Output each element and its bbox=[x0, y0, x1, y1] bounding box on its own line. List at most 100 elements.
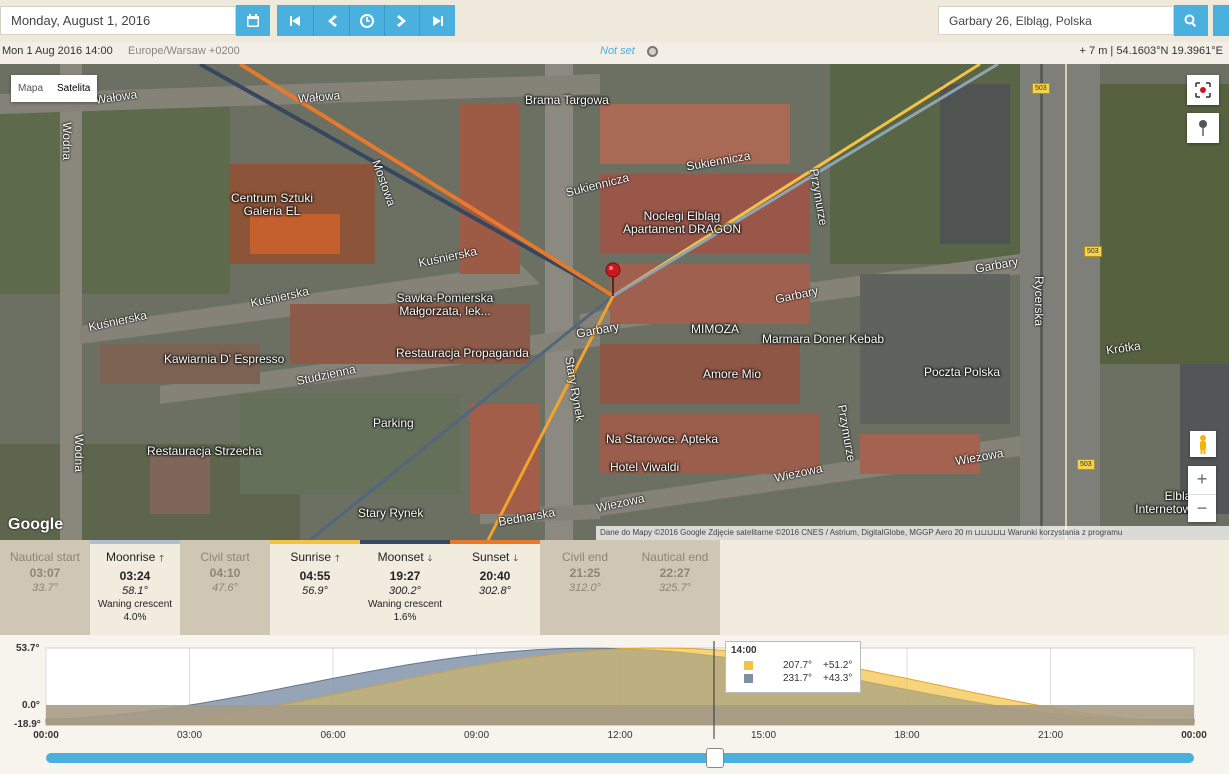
event-time: 03:24 bbox=[119, 569, 151, 583]
event-name: Sunrise bbox=[290, 550, 331, 564]
current-datetime: Mon 1 Aug 2016 14:00 bbox=[2, 45, 113, 57]
place-label: Amore Mio bbox=[703, 367, 762, 381]
event-color-bar bbox=[360, 540, 450, 544]
chevron-left-icon bbox=[327, 14, 337, 27]
toggle-dot-icon[interactable] bbox=[647, 46, 658, 57]
date-input[interactable]: Monday, August 1, 2016 bbox=[0, 6, 236, 35]
place-label: Stary Rynek bbox=[358, 506, 424, 520]
moon-illumination: 4.0% bbox=[123, 612, 147, 623]
time-slider-track[interactable] bbox=[46, 753, 1194, 763]
altitude-graph[interactable]: 53.7° 0.0° -18.9° 00:00 03:00 06:00 09:00 12… bbox=[0, 635, 1229, 774]
arrow-up-icon: 🡑 bbox=[335, 553, 340, 563]
event-azimuth: 47.6° bbox=[212, 582, 238, 594]
event-civil-start[interactable]: Civil start 04:10 47.6° bbox=[180, 540, 270, 635]
top-toolbar: Monday, August 1, 2016 Garbary 26, Elblą… bbox=[0, 0, 1229, 42]
place-label: Noclegi Elbląg Apartament DRAGON bbox=[622, 209, 742, 236]
calendar-button[interactable] bbox=[236, 5, 270, 36]
location-input[interactable]: Garbary 26, Elbląg, Polska bbox=[938, 6, 1174, 35]
x-tick-label: 06:00 bbox=[320, 730, 346, 741]
event-azimuth: 300.2° bbox=[389, 585, 421, 597]
marker-button[interactable] bbox=[1187, 113, 1219, 143]
calendar-icon bbox=[247, 13, 259, 27]
x-tick-label: 00:00 bbox=[1181, 730, 1207, 741]
event-moonrise[interactable]: Moonrise 🡑 03:24 58.1° Waning crescent 4.0% bbox=[90, 540, 180, 635]
event-civil-end[interactable]: Civil end 21:25 312.0° bbox=[540, 540, 630, 635]
y-tick-max: 53.7° bbox=[16, 643, 40, 654]
coordinates-label: + 7 m | 54.1603°N 19.3961°E bbox=[1079, 45, 1223, 57]
place-label: Centrum Sztuki Galeria EL bbox=[230, 191, 314, 218]
zoom-in-button[interactable]: + bbox=[1188, 466, 1216, 494]
place-label: Restauracja Strzecha bbox=[147, 444, 262, 458]
event-azimuth: 33.7° bbox=[32, 582, 58, 594]
arrow-up-icon: 🡑 bbox=[159, 553, 165, 563]
x-tick-label: 12:00 bbox=[607, 730, 633, 741]
map-type-control: Mapa Satelita bbox=[11, 75, 98, 102]
arrow-down-icon: 🡓 bbox=[513, 553, 519, 563]
street-label: Wodna bbox=[71, 434, 86, 472]
search-icon bbox=[1184, 14, 1197, 27]
events-filler bbox=[720, 540, 1229, 635]
event-name: Sunset bbox=[471, 550, 510, 564]
sun-altitude: +51.2° bbox=[823, 660, 853, 671]
tooltip-sun-row: 207.7° +51.2° bbox=[726, 659, 860, 672]
now-button[interactable] bbox=[350, 5, 384, 36]
skip-back-icon bbox=[290, 15, 300, 26]
event-azimuth: 325.7° bbox=[659, 582, 691, 594]
event-name: Nautical end bbox=[641, 550, 709, 564]
x-tick-label: 09:00 bbox=[463, 730, 490, 741]
google-logo: Google bbox=[8, 516, 64, 533]
previous-button[interactable] bbox=[314, 5, 349, 36]
event-sunset[interactable]: Sunset 🡓 20:40 302.8° bbox=[450, 540, 540, 635]
events-row: Nautical start 03:07 33.7° Moonrise 🡑 03:24 58… bbox=[0, 540, 1229, 635]
map-type-map[interactable]: Mapa bbox=[11, 75, 50, 102]
street-view-pegman[interactable] bbox=[1190, 431, 1216, 457]
place-label: Kawiarnia D' Espresso bbox=[164, 352, 285, 366]
event-time: 19:27 bbox=[389, 569, 421, 583]
next-button[interactable] bbox=[385, 5, 419, 36]
moon-illumination: 1.6% bbox=[393, 612, 417, 623]
zoom-out-button[interactable]: − bbox=[1188, 494, 1216, 522]
x-tick-label: 21:00 bbox=[1037, 730, 1064, 741]
pin-icon bbox=[1199, 120, 1207, 136]
moon-swatch-icon bbox=[744, 674, 753, 683]
sun-swatch-icon bbox=[744, 661, 753, 670]
map-attribution[interactable]: Dane do Mapy ©2016 Google Zdjęcie sateli… bbox=[596, 526, 1229, 540]
place-label: Sawka-Pomierska Małgorzata, lek... bbox=[396, 291, 494, 318]
x-tick-label: 00:00 bbox=[33, 730, 59, 741]
time-slider-thumb[interactable] bbox=[706, 748, 725, 768]
event-azimuth: 302.8° bbox=[479, 585, 511, 597]
event-color-bar bbox=[270, 540, 360, 544]
place-label: MIMOZA bbox=[691, 322, 739, 336]
event-time: 04:55 bbox=[299, 569, 331, 583]
event-nautical-start[interactable]: Nautical start 03:07 33.7° bbox=[0, 540, 90, 635]
map-type-satellite[interactable]: Satelita bbox=[50, 75, 97, 102]
last-button[interactable] bbox=[420, 5, 455, 36]
chevron-right-icon bbox=[397, 14, 406, 27]
event-nautical-end[interactable]: Nautical end 22:27 325.7° bbox=[630, 540, 720, 635]
street-label: Wodna bbox=[59, 122, 74, 160]
fullscreen-button[interactable] bbox=[1187, 75, 1219, 105]
tooltip-time: 14:00 bbox=[731, 645, 757, 656]
event-name: Nautical start bbox=[9, 550, 81, 564]
x-tick-label: 18:00 bbox=[894, 730, 920, 741]
place-label: Poczta Polska bbox=[924, 365, 1001, 379]
not-set-link[interactable]: Not set bbox=[600, 45, 635, 57]
x-tick-label: 03:00 bbox=[176, 730, 203, 741]
event-color-bar bbox=[90, 540, 180, 544]
satellite-map[interactable]: Brama Targowa Centrum Sztuki Galeria EL … bbox=[0, 64, 1229, 540]
search-button[interactable] bbox=[1174, 5, 1208, 36]
tooltip-moon-row: 231.7° +43.3° bbox=[726, 672, 860, 685]
event-azimuth: 56.9° bbox=[302, 585, 328, 597]
place-label: Restauracja Propaganda bbox=[396, 346, 529, 360]
event-sunrise[interactable]: Sunrise 🡑 04:55 56.9° bbox=[270, 540, 360, 635]
skip-forward-icon bbox=[432, 15, 443, 26]
moon-azimuth: 231.7° bbox=[783, 673, 813, 684]
menu-button[interactable] bbox=[1213, 5, 1229, 36]
road-sign: 503 bbox=[1077, 459, 1095, 470]
event-moonset[interactable]: Moonset 🡓 19:27 300.2° Waning crescent 1.6% bbox=[360, 540, 450, 635]
first-button[interactable] bbox=[277, 5, 313, 36]
event-name: Moonset bbox=[377, 550, 424, 564]
moon-altitude: +43.3° bbox=[823, 673, 853, 684]
place-label: Na Starówce. Apteka bbox=[606, 432, 719, 446]
place-label: Brama Targowa bbox=[525, 93, 609, 107]
